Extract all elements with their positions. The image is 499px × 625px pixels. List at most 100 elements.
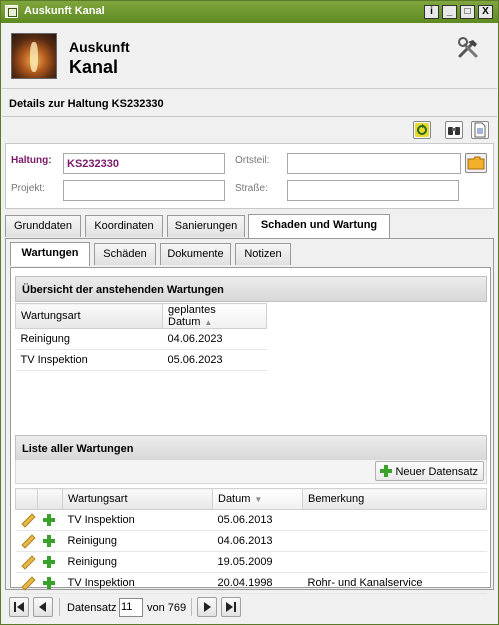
table-row[interactable]: Reinigung 04.06.2013 — [15, 530, 487, 552]
list-cell-art: TV Inspektion — [62, 572, 213, 594]
list-col-bemerkung[interactable]: Bemerkung — [302, 488, 487, 510]
edit-cell[interactable] — [15, 572, 38, 594]
pencil-icon[interactable] — [21, 514, 33, 526]
table-row[interactable]: Reinigung 19.05.2009 — [15, 551, 487, 573]
action-icon-row — [5, 118, 494, 142]
tab-schaeden[interactable]: Schäden — [94, 243, 156, 265]
overview-col-wartungsart[interactable]: Wartungsart — [15, 303, 163, 329]
window-icon — [5, 5, 18, 18]
folder-icon[interactable] — [465, 153, 487, 173]
pager-separator — [59, 598, 60, 616]
pager: Datensatz 11 von 769 — [5, 596, 494, 620]
window-title: Auskunft Kanal — [24, 5, 105, 17]
first-page-icon — [14, 602, 24, 612]
tab-dokumente[interactable]: Dokumente — [160, 243, 231, 265]
overview-cell-datum: 04.06.2023 — [162, 328, 267, 350]
page-number-input[interactable]: 11 — [119, 598, 143, 617]
details-title: Details zur Haltung KS232330 — [9, 98, 164, 110]
tab-grunddaten[interactable]: Grunddaten — [5, 215, 81, 237]
wartungen-panel: Übersicht der anstehenden Wartungen Wart… — [10, 267, 491, 594]
ortsteil-field[interactable] — [287, 153, 461, 174]
strasse-field[interactable] — [287, 180, 459, 201]
add-icon[interactable] — [42, 576, 55, 589]
header-title-line1: Auskunft — [69, 39, 130, 55]
list-cell-datum: 05.06.2013 — [212, 509, 303, 531]
minimize-button[interactable]: _ — [442, 5, 457, 19]
tab-wartungen[interactable]: Wartungen — [10, 242, 90, 266]
table-row[interactable]: TV Inspektion 20.04.1998 Rohr- und Kanal… — [15, 572, 487, 594]
next-page-button[interactable] — [197, 597, 217, 617]
refresh-icon[interactable] — [413, 121, 431, 139]
table-row[interactable]: Reinigung 04.06.2023 — [15, 328, 267, 350]
add-icon[interactable] — [42, 513, 55, 526]
list-cell-datum: 04.06.2013 — [212, 530, 303, 552]
details-bar: Details zur Haltung KS232330 — [2, 91, 497, 117]
add-cell[interactable] — [37, 530, 63, 552]
edit-cell[interactable] — [15, 530, 38, 552]
projekt-label: Projekt: — [11, 183, 45, 194]
list-cell-bemerkung — [302, 551, 487, 573]
overview-section-title: Übersicht der anstehenden Wartungen — [15, 276, 487, 302]
overview-cell-art: TV Inspektion — [15, 349, 163, 371]
edit-col-header — [15, 488, 38, 510]
pager-label: Datensatz — [67, 602, 117, 614]
haltung-form: Haltung: KS232330 Ortsteil: Projekt: Str… — [5, 143, 494, 209]
next-page-icon — [204, 602, 211, 612]
ortsteil-label: Ortsteil: — [235, 155, 270, 166]
sewer-pipe-icon — [11, 33, 57, 79]
projekt-field[interactable] — [63, 180, 225, 201]
list-cell-art: TV Inspektion — [62, 509, 213, 531]
title-bar[interactable]: Auskunft Kanal i _ □ X — [1, 1, 498, 23]
first-page-button[interactable] — [9, 597, 29, 617]
tab-schaden-und-wartung[interactable]: Schaden und Wartung — [248, 214, 390, 238]
close-button[interactable]: X — [478, 5, 493, 19]
last-page-button[interactable] — [221, 597, 241, 617]
list-cell-art: Reinigung — [62, 530, 213, 552]
maximize-button[interactable]: □ — [460, 5, 475, 19]
sort-asc-icon: ▲ — [204, 318, 213, 327]
edit-cell[interactable] — [15, 509, 38, 531]
tab-koordinaten[interactable]: Koordinaten — [85, 215, 163, 237]
binoculars-icon[interactable] — [445, 121, 463, 139]
list-cell-bemerkung — [302, 530, 487, 552]
add-icon[interactable] — [42, 555, 55, 568]
prev-page-button[interactable] — [33, 597, 53, 617]
add-cell[interactable] — [37, 509, 63, 531]
tab-notizen[interactable]: Notizen — [235, 243, 291, 265]
list-col-datum[interactable]: Datum ▼ — [212, 488, 303, 510]
list-col-datum-label: Datum — [218, 493, 251, 505]
list-cell-bemerkung — [302, 509, 487, 531]
haltung-field[interactable]: KS232330 — [63, 153, 225, 174]
overview-table: Wartungsart geplantes Datum ▲ Reinigung 0… — [15, 303, 267, 371]
strasse-label: Straße: — [235, 183, 268, 194]
add-icon[interactable] — [42, 534, 55, 547]
overview-cell-datum: 05.06.2023 — [162, 349, 267, 371]
list-section-title: Liste aller Wartungen — [15, 435, 487, 461]
document-icon[interactable] — [471, 121, 489, 139]
add-cell[interactable] — [37, 572, 63, 594]
pager-separator — [191, 598, 192, 616]
pencil-icon[interactable] — [21, 577, 33, 589]
pencil-icon[interactable] — [21, 535, 33, 547]
hammer-wrench-icon[interactable] — [456, 37, 480, 61]
header-title-line2: Kanal — [69, 57, 119, 77]
maintenance-list-table: Wartungsart Datum ▼ Bemerkung TV Inspekti… — [15, 488, 487, 594]
info-button[interactable]: i — [424, 5, 439, 19]
list-cell-datum: 19.05.2009 — [212, 551, 303, 573]
prev-page-icon — [39, 602, 46, 612]
list-cell-bemerkung: Rohr- und Kanalservice — [302, 572, 487, 594]
table-row[interactable]: TV Inspektion 05.06.2013 — [15, 509, 487, 531]
list-cell-datum: 20.04.1998 — [212, 572, 303, 594]
pager-total: von 769 — [147, 602, 187, 614]
new-record-button[interactable]: Neuer Datensatz — [375, 461, 484, 481]
edit-cell[interactable] — [15, 551, 38, 573]
list-col-wartungsart[interactable]: Wartungsart — [62, 488, 213, 510]
table-row[interactable]: TV Inspektion 05.06.2023 — [15, 349, 267, 371]
header: Auskunft Kanal — [2, 23, 497, 89]
overview-col-datum[interactable]: geplantes Datum ▲ — [162, 303, 267, 329]
add-cell[interactable] — [37, 551, 63, 573]
pencil-icon[interactable] — [21, 556, 33, 568]
overview-cell-art: Reinigung — [15, 328, 163, 350]
tab-sanierungen[interactable]: Sanierungen — [167, 215, 245, 237]
haltung-label: Haltung: — [11, 155, 52, 166]
